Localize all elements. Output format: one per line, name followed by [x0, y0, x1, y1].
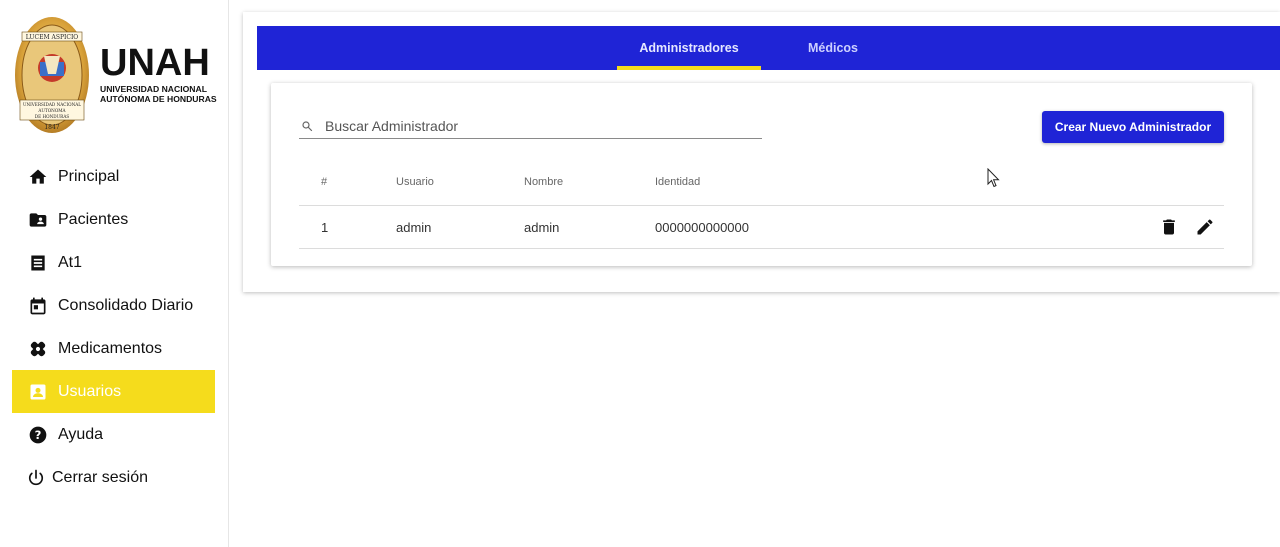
sidebar-item-at1[interactable]: At1 — [12, 241, 215, 284]
account-box-icon — [28, 382, 48, 402]
folder-person-icon — [28, 210, 48, 230]
home-icon — [28, 167, 48, 187]
cell-number: 1 — [321, 219, 329, 235]
table-header: # Usuario Nombre Identidad — [299, 159, 1224, 206]
sidebar-item-label: Pacientes — [58, 210, 129, 228]
sidebar-item-label: Principal — [58, 167, 120, 185]
receipt-icon — [28, 253, 48, 273]
tab-medicos[interactable]: Médicos — [777, 26, 889, 70]
brand-subtitle-line1: UNIVERSIDAD NACIONAL — [100, 84, 207, 94]
brand-name: UNAH — [100, 42, 210, 84]
sidebar-item-principal[interactable]: Principal — [12, 155, 215, 198]
help-icon: ? — [28, 425, 48, 445]
sidebar-item-ayuda[interactable]: ? Ayuda — [12, 413, 215, 456]
create-admin-button[interactable]: Crear Nuevo Administrador — [1042, 111, 1224, 143]
cell-nombre: admin — [524, 219, 560, 235]
power-icon — [26, 468, 46, 488]
column-header-nombre: Nombre — [524, 176, 564, 188]
tab-administradores[interactable]: Administradores — [617, 26, 761, 70]
svg-text:AUTONOMA: AUTONOMA — [37, 108, 66, 113]
svg-text:UNIVERSIDAD NACIONAL: UNIVERSIDAD NACIONAL — [23, 102, 81, 107]
sidebar-item-label: Ayuda — [58, 425, 104, 443]
sidebar-item-consolidado-diario[interactable]: Consolidado Diario — [12, 284, 215, 327]
sidebar-item-cerrar-sesion[interactable]: Cerrar sesión — [12, 456, 215, 499]
svg-text:1847: 1847 — [44, 124, 59, 131]
tab-bar: Administradores Médicos — [257, 26, 1280, 70]
sidebar-item-label: Usuarios — [58, 382, 122, 400]
svg-text:?: ? — [35, 428, 42, 442]
sidebar: LUCEM ASPICIO UNIVERSIDAD NACIONAL AUTON… — [0, 0, 229, 547]
search-field — [299, 113, 762, 139]
column-header-number: # — [321, 176, 328, 188]
calendar-icon — [28, 296, 48, 316]
sidebar-item-usuarios[interactable]: Usuarios — [12, 370, 215, 413]
svg-text:DE HONDURAS: DE HONDURAS — [35, 114, 70, 119]
sidebar-item-medicamentos[interactable]: Medicamentos — [12, 327, 215, 370]
table-row: 1 admin admin 0000000000000 — [299, 206, 1224, 249]
sidebar-item-label: Cerrar sesión — [52, 468, 149, 486]
brand-subtitle: UNIVERSIDAD NACIONAL AUTÓNOMA DE HONDURA… — [100, 84, 220, 104]
sidebar-item-label: At1 — [58, 253, 83, 271]
cell-usuario: admin — [396, 219, 432, 235]
sidebar-item-pacientes[interactable]: Pacientes — [12, 198, 215, 241]
column-header-usuario: Usuario — [396, 176, 434, 188]
brand-subtitle-line2: AUTÓNOMA DE HONDURAS — [100, 94, 217, 104]
administrators-card: Crear Nuevo Administrador # Usuario Nomb… — [271, 83, 1252, 266]
search-input[interactable] — [325, 117, 745, 134]
mouse-cursor-icon — [987, 168, 1000, 188]
search-icon — [302, 120, 313, 131]
sidebar-nav: Principal Pacientes At1 Consolidado Diar… — [12, 155, 215, 499]
bandage-icon — [28, 339, 48, 359]
users-panel: Administradores Médicos Crear Nuevo Admi… — [243, 12, 1280, 292]
sidebar-item-label: Consolidado Diario — [58, 296, 194, 314]
cell-identidad: 0000000000000 — [655, 219, 749, 235]
sidebar-item-label: Medicamentos — [58, 339, 163, 357]
brand-logo: LUCEM ASPICIO UNIVERSIDAD NACIONAL AUTON… — [12, 14, 217, 136]
administrators-table: # Usuario Nombre Identidad 1 admin admin… — [299, 159, 1224, 249]
svg-text:LUCEM ASPICIO: LUCEM ASPICIO — [26, 34, 79, 41]
delete-icon[interactable] — [1158, 216, 1180, 238]
university-seal-icon: LUCEM ASPICIO UNIVERSIDAD NACIONAL AUTON… — [15, 17, 89, 133]
column-header-identidad: Identidad — [655, 176, 701, 188]
active-tab-indicator — [617, 66, 761, 70]
edit-icon[interactable] — [1194, 216, 1216, 238]
row-actions — [1158, 206, 1216, 248]
